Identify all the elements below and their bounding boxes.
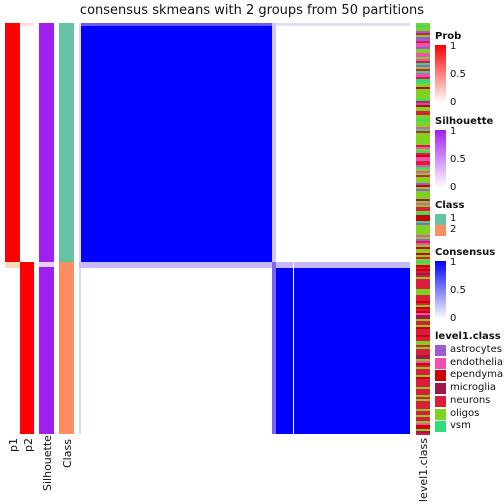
chart-title: consensus skmeans with 2 groups from 50 … xyxy=(79,3,425,18)
consensus-block-2 xyxy=(276,268,410,434)
legend-level1-swatch xyxy=(435,357,446,369)
legend-class-label: 1 xyxy=(450,213,457,224)
legend-level1-label: vsm xyxy=(450,420,471,432)
legend-level1-swatch xyxy=(435,345,446,356)
consensus-block-1 xyxy=(81,23,272,262)
legend-consensus-bar xyxy=(435,261,446,319)
consensus-block-2-gap xyxy=(293,262,294,434)
label-p2: p2 xyxy=(22,438,35,452)
p2-column-top xyxy=(20,23,34,26)
p1-column-class1 xyxy=(5,23,20,262)
legend-level1-label: ependymal xyxy=(450,369,504,381)
class-column-1 xyxy=(59,23,74,262)
legend-level1-swatch xyxy=(435,395,446,407)
legend-silhouette-title: Silhouette xyxy=(435,116,494,127)
label-level1-class: level1.class xyxy=(417,438,430,502)
legend-consensus-tick: 0 xyxy=(450,313,457,324)
label-p1: p1 xyxy=(7,438,20,452)
legend-level1-title: level1.class xyxy=(435,331,501,342)
legend-consensus-title: Consensus xyxy=(435,247,496,258)
legend-level1-swatch xyxy=(435,421,446,433)
level1-class-cell xyxy=(416,433,430,435)
legend-prob-tick: 0 xyxy=(450,97,457,108)
consensus-block-1-edge xyxy=(272,23,276,262)
level1-class-column xyxy=(416,23,430,435)
legend-silhouette-bar xyxy=(435,130,446,188)
legend-silhouette-tick: 1 xyxy=(450,126,457,137)
legend-level1-swatch xyxy=(435,383,446,395)
legend-level1-swatch xyxy=(435,408,446,420)
silhouette-gap xyxy=(39,262,54,267)
legend-level1-label: endothelial xyxy=(450,356,504,368)
legend-silhouette-tick: 0 xyxy=(450,182,457,193)
class-column-2 xyxy=(59,262,74,434)
consensus-block-2-edge xyxy=(272,262,276,434)
legend-silhouette-tick: 0.5 xyxy=(450,154,466,165)
legend-level1-label: oligos xyxy=(450,407,480,419)
label-silhouette: Silhouette xyxy=(41,435,54,491)
silhouette-column xyxy=(39,23,54,434)
legend-class-title: Class xyxy=(435,200,465,211)
legend-class-swatch xyxy=(435,225,446,236)
legend-consensus-tick: 1 xyxy=(450,257,457,268)
legend-class-swatch xyxy=(435,214,446,225)
legend-class-label: 2 xyxy=(450,224,457,235)
legend-prob-tick: 0.5 xyxy=(450,69,466,80)
consensus-heatmap-figure: consensus skmeans with 2 groups from 50 … xyxy=(0,0,504,504)
label-class: Class xyxy=(61,439,74,468)
p2-column-class2 xyxy=(20,262,34,434)
legend-level1-swatch xyxy=(435,370,446,382)
legend-prob-title: Prob xyxy=(435,31,462,42)
consensus-heatmap xyxy=(79,23,410,434)
p1-column-class2 xyxy=(5,262,20,268)
legend-level1-label: neurons xyxy=(450,394,491,406)
legend-consensus-tick: 0.5 xyxy=(450,285,466,296)
legend-level1-label: microglia xyxy=(450,382,497,394)
legend-level1-label: astrocytes xyxy=(450,344,502,355)
legend-prob-bar xyxy=(435,45,446,103)
legend-prob-tick: 1 xyxy=(450,41,457,52)
